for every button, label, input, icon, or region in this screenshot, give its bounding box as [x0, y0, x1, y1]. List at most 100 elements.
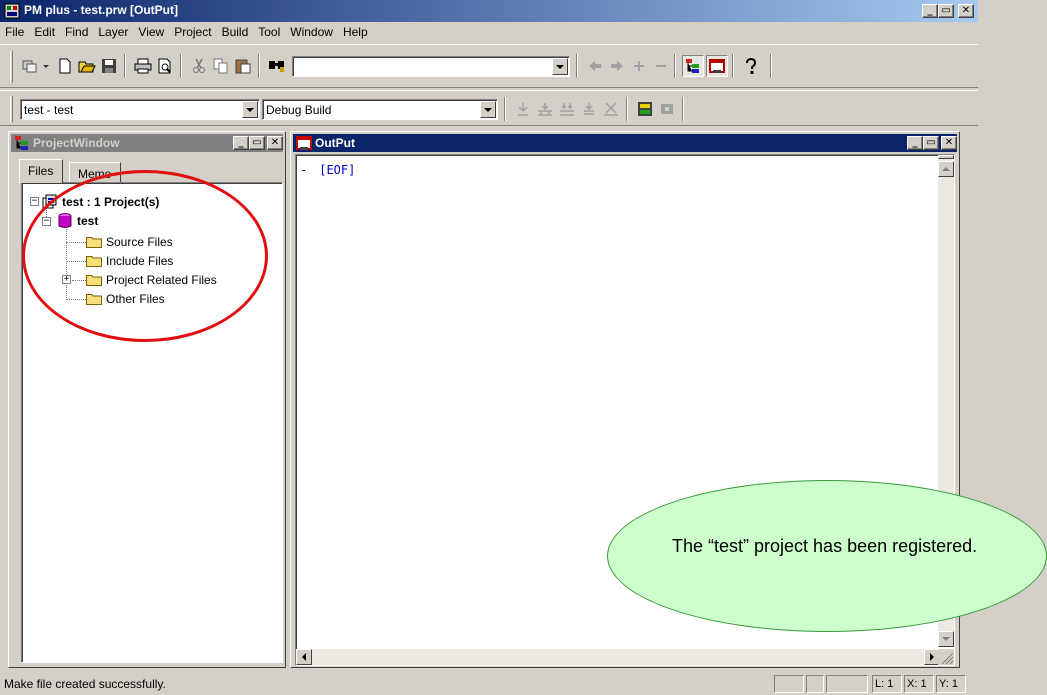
close-button[interactable]: ✕ [941, 136, 957, 150]
menu-layer[interactable]: Layer [93, 25, 133, 39]
collapse-root-toggle[interactable]: − [30, 197, 39, 206]
title-bar: PM plus - test.prw [OutPut] _ ▭ ✕ [0, 0, 978, 22]
chevron-down-icon[interactable] [40, 55, 52, 77]
collapse-project-toggle[interactable]: − [42, 217, 51, 226]
build-toolbar: test - test Debug Build [0, 90, 978, 126]
chevron-up-icon [942, 167, 950, 171]
chevron-down-icon [942, 637, 950, 641]
debugger-icon[interactable] [634, 98, 656, 120]
menu-tool[interactable]: Tool [253, 25, 285, 39]
resize-grip-icon [941, 652, 954, 665]
tree-line [66, 242, 86, 243]
status-bar: Make file created successfully. L: 1 X: … [0, 672, 978, 695]
scroll-down-button[interactable] [938, 631, 954, 647]
scroll-left-button[interactable] [296, 649, 312, 665]
cut-icon[interactable] [188, 55, 210, 77]
toolbar-separator [180, 54, 182, 78]
tree-folder-project-related-files[interactable]: Project Related Files [86, 271, 217, 289]
stop-build-icon[interactable] [600, 98, 622, 120]
close-button[interactable]: ✕ [267, 136, 283, 150]
menu-help[interactable]: Help [338, 25, 373, 39]
status-panel [826, 675, 868, 693]
horizontal-scrollbar[interactable] [296, 649, 940, 665]
file-tree-panel: − test : 1 Project(s) − test Source File… [21, 182, 283, 663]
print-preview-icon[interactable] [154, 55, 176, 77]
toolbar-grip[interactable] [10, 96, 13, 122]
minimize-button[interactable]: _ [233, 136, 249, 150]
copy-icon[interactable] [210, 55, 232, 77]
forward-icon[interactable] [606, 55, 628, 77]
menu-view[interactable]: View [133, 25, 169, 39]
tree-folder-other-files[interactable]: Other Files [86, 290, 165, 308]
standard-toolbar [0, 44, 978, 88]
project-icon[interactable] [20, 55, 42, 77]
scroll-splitter[interactable] [938, 155, 954, 159]
output-line-text: [EOF] [319, 163, 356, 177]
expand-folder-toggle[interactable]: + [62, 275, 71, 284]
project-window-icon[interactable] [682, 55, 704, 77]
menu-file[interactable]: File [0, 25, 29, 39]
remove-icon[interactable] [650, 55, 672, 77]
new-file-icon[interactable] [54, 55, 76, 77]
project-combo[interactable]: test - test [20, 99, 260, 120]
tree-project-node[interactable]: test [58, 212, 98, 230]
tree-line [72, 280, 86, 281]
tree-folder-label: Other Files [106, 292, 165, 306]
open-icon[interactable] [76, 55, 98, 77]
app-icon [4, 3, 20, 19]
build-icon[interactable] [534, 98, 556, 120]
add-icon[interactable] [628, 55, 650, 77]
file-tree: − test : 1 Project(s) − test Source File… [22, 183, 282, 662]
workspace-icon [42, 194, 57, 209]
tree-folder-include-files[interactable]: Include Files [86, 252, 173, 270]
restore-button[interactable]: ▭ [923, 136, 939, 150]
menu-find[interactable]: Find [60, 25, 93, 39]
help-icon[interactable] [740, 55, 762, 77]
output-window-icon[interactable] [706, 55, 728, 77]
minimize-button[interactable]: _ [922, 4, 938, 18]
build-configuration-combo[interactable]: Debug Build [262, 99, 498, 120]
chevron-down-icon[interactable] [480, 101, 496, 118]
tab-files[interactable]: Files [19, 159, 63, 183]
find-combo[interactable] [292, 56, 570, 77]
restore-button[interactable]: ▭ [938, 4, 954, 18]
menu-project[interactable]: Project [169, 25, 216, 39]
project-window-title: ProjectWindow [33, 136, 120, 150]
tree-folder-source-files[interactable]: Source Files [86, 233, 173, 251]
output-window-title-bar[interactable]: OutPut _ ▭ ✕ [293, 134, 957, 152]
toolbar-separator [576, 54, 578, 78]
tree-root-node[interactable]: test : 1 Project(s) [42, 193, 159, 211]
menu-bar: File Edit Find Layer View Project Build … [0, 22, 978, 41]
chevron-down-icon[interactable] [552, 58, 568, 75]
close-button[interactable]: ✕ [958, 4, 974, 18]
menu-window[interactable]: Window [285, 25, 338, 39]
find-icon[interactable] [266, 55, 288, 77]
print-icon[interactable] [132, 55, 154, 77]
save-icon[interactable] [98, 55, 120, 77]
restore-button[interactable]: ▭ [249, 136, 265, 150]
folder-icon [86, 275, 102, 286]
batch-build-icon[interactable] [578, 98, 600, 120]
menu-build[interactable]: Build [217, 25, 254, 39]
back-icon[interactable] [584, 55, 606, 77]
rebuild-all-icon[interactable] [556, 98, 578, 120]
tree-folder-label: Include Files [106, 254, 174, 268]
line-marker: - [300, 163, 308, 177]
folder-icon [86, 256, 102, 267]
compile-icon[interactable] [512, 98, 534, 120]
project-window-title-bar[interactable]: ProjectWindow _ ▭ ✕ [11, 134, 283, 152]
menu-edit[interactable]: Edit [29, 25, 60, 39]
paste-icon[interactable] [232, 55, 254, 77]
tab-memo[interactable]: Memo [69, 162, 121, 183]
size-grip[interactable] [938, 649, 954, 665]
minimize-button[interactable]: _ [907, 136, 923, 150]
tree-folder-label: Source Files [106, 235, 173, 249]
toolbar-separator [682, 97, 684, 121]
scroll-up-button[interactable] [938, 161, 954, 177]
toolbar-grip[interactable] [10, 51, 13, 83]
tree-folder-label: Project Related Files [106, 273, 217, 287]
output-window-icon [296, 136, 312, 150]
chip-icon[interactable] [656, 98, 678, 120]
project-database-icon [58, 213, 72, 228]
chevron-down-icon[interactable] [242, 101, 258, 118]
